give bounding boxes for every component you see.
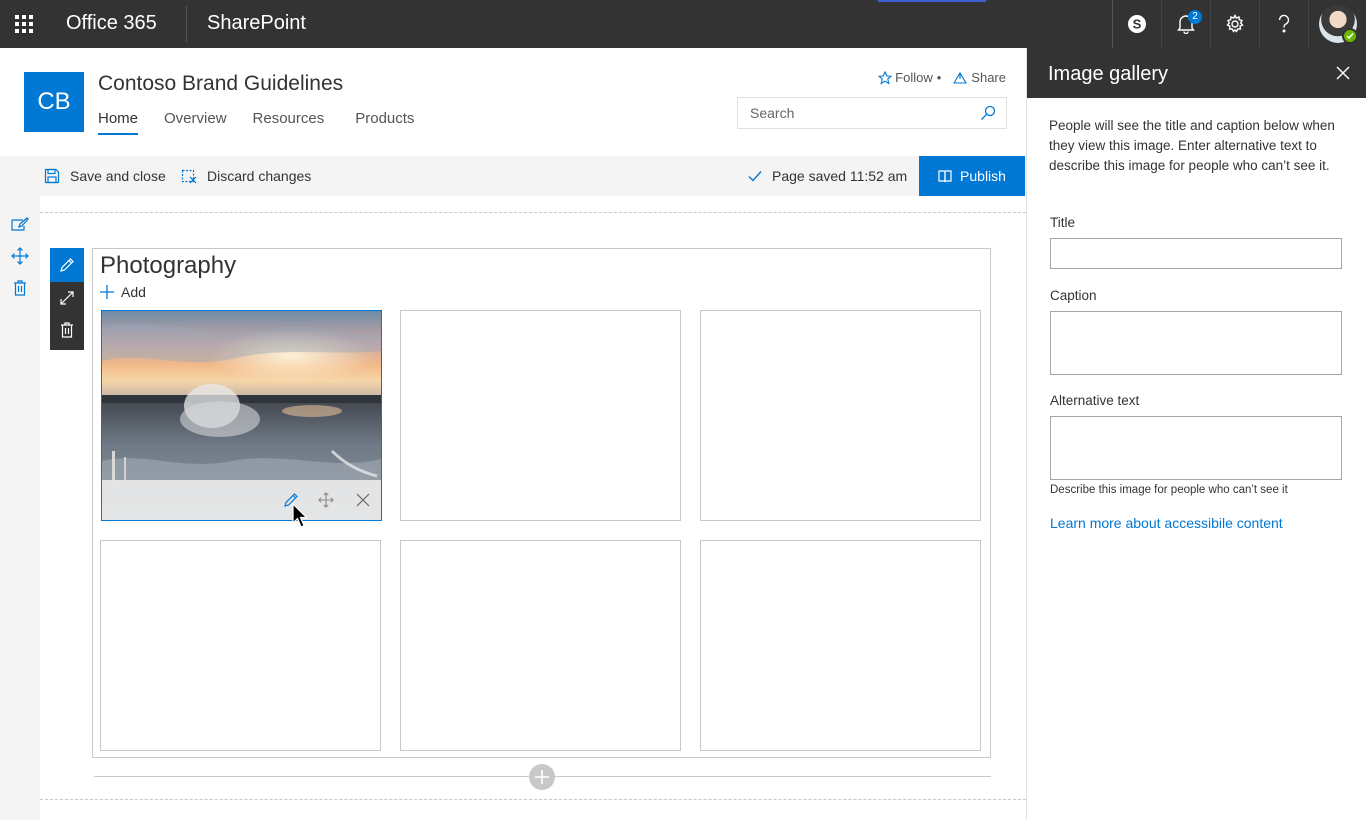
caption-label: Caption bbox=[1050, 288, 1097, 303]
search-input[interactable] bbox=[738, 98, 968, 128]
webpart-title[interactable]: Photography bbox=[100, 252, 236, 280]
follow-separator: • bbox=[936, 70, 942, 85]
site-navigation: Home Overview Resources Products bbox=[98, 110, 440, 135]
property-pane-description: People will see the title and caption be… bbox=[1049, 118, 1335, 173]
mouse-cursor-icon bbox=[292, 503, 308, 528]
save-and-close-label: Save and close bbox=[70, 168, 166, 184]
suite-bar: Office 365 SharePoint S 2 bbox=[0, 0, 1366, 48]
share-label: Share bbox=[971, 70, 1006, 85]
section-bottom-border bbox=[40, 799, 1026, 800]
property-pane: Image gallery People will see the title … bbox=[1026, 48, 1366, 820]
alt-text-helper: Describe this image for people who can’t… bbox=[1050, 484, 1288, 496]
add-webpart-button[interactable] bbox=[529, 764, 555, 790]
property-pane-title: Image gallery bbox=[1048, 63, 1169, 85]
user-avatar-button[interactable] bbox=[1308, 0, 1366, 48]
property-pane-header: Image gallery bbox=[1027, 48, 1366, 98]
delete-section-icon[interactable] bbox=[10, 278, 30, 298]
discard-icon bbox=[181, 169, 197, 184]
expand-icon bbox=[60, 291, 74, 305]
delete-webpart-button[interactable] bbox=[50, 314, 84, 346]
gear-icon bbox=[1226, 14, 1244, 33]
nav-products[interactable]: Products bbox=[355, 110, 414, 135]
section-top-border bbox=[40, 212, 1026, 213]
discard-changes-label: Discard changes bbox=[207, 168, 312, 184]
waffle-icon[interactable] bbox=[0, 0, 48, 48]
save-icon bbox=[44, 168, 60, 184]
gallery-tile-2[interactable] bbox=[400, 310, 681, 521]
sharepoint-app-title[interactable]: SharePoint bbox=[207, 12, 306, 35]
edit-command-bar: Save and close Discard changes Page save… bbox=[0, 156, 1026, 196]
star-icon bbox=[878, 70, 893, 85]
caption-field[interactable] bbox=[1050, 311, 1342, 375]
follow-share-bar: Follow • Share bbox=[872, 70, 1006, 85]
pencil-icon bbox=[60, 258, 74, 272]
follow-label: Follow bbox=[895, 70, 933, 85]
alt-text-field[interactable] bbox=[1050, 416, 1342, 480]
site-title[interactable]: Contoso Brand Guidelines bbox=[98, 72, 343, 96]
save-and-close-button[interactable]: Save and close bbox=[44, 156, 166, 196]
office365-brand[interactable]: Office 365 bbox=[66, 12, 157, 35]
discard-changes-button[interactable]: Discard changes bbox=[181, 156, 311, 196]
presence-available-icon bbox=[1342, 28, 1358, 44]
share-icon bbox=[953, 71, 968, 84]
gallery-tile-3[interactable] bbox=[700, 310, 981, 521]
suite-accent-bar bbox=[878, 0, 986, 2]
svg-text:S: S bbox=[1133, 17, 1142, 32]
close-icon bbox=[356, 493, 370, 507]
webpart-toolbar bbox=[50, 248, 84, 350]
plus-icon bbox=[535, 770, 549, 784]
skype-button[interactable]: S bbox=[1112, 0, 1161, 48]
resize-webpart-button[interactable] bbox=[50, 282, 84, 314]
publish-label: Publish bbox=[960, 168, 1006, 184]
nav-home[interactable]: Home bbox=[98, 110, 139, 135]
close-pane-button[interactable] bbox=[1333, 63, 1353, 83]
trash-icon bbox=[61, 322, 73, 338]
page-saved-text: Page saved 11:52 am bbox=[772, 168, 908, 184]
page-saved-status: Page saved 11:52 am bbox=[748, 156, 907, 196]
learn-more-link[interactable]: Learn more about accessibile content bbox=[1050, 515, 1283, 531]
notifications-button[interactable]: 2 bbox=[1161, 0, 1210, 48]
site-header: CB Contoso Brand Guidelines Home Overvie… bbox=[0, 48, 1026, 156]
alt-text-label: Alternative text bbox=[1050, 393, 1140, 408]
edit-webpart-button[interactable] bbox=[50, 248, 84, 282]
move-image-button[interactable] bbox=[316, 490, 336, 510]
add-image-button[interactable]: Add bbox=[100, 284, 146, 300]
nav-resources[interactable]: Resources bbox=[253, 110, 325, 135]
move-section-icon[interactable] bbox=[10, 246, 30, 266]
plus-icon bbox=[100, 285, 114, 299]
settings-button[interactable] bbox=[1210, 0, 1259, 48]
remove-image-button[interactable] bbox=[353, 490, 373, 510]
gallery-tile-1[interactable] bbox=[101, 310, 382, 521]
gallery-tile-4[interactable] bbox=[100, 540, 381, 751]
publish-book-icon bbox=[938, 170, 952, 183]
help-button[interactable] bbox=[1259, 0, 1308, 48]
title-field[interactable] bbox=[1050, 238, 1342, 269]
gallery-tile-5[interactable] bbox=[400, 540, 681, 751]
share-button[interactable]: Share bbox=[953, 70, 1006, 85]
add-label: Add bbox=[121, 284, 146, 300]
help-icon bbox=[1278, 14, 1290, 33]
gallery-tile-6[interactable] bbox=[700, 540, 981, 751]
edit-section-icon[interactable] bbox=[10, 215, 30, 235]
move-icon bbox=[318, 492, 334, 508]
section-tools-rail bbox=[0, 196, 40, 820]
close-icon bbox=[1336, 66, 1350, 80]
suite-divider bbox=[186, 6, 187, 42]
search-icon[interactable] bbox=[980, 105, 996, 121]
title-label: Title bbox=[1050, 215, 1076, 230]
follow-button[interactable]: Follow • bbox=[878, 70, 941, 85]
checkmark-icon bbox=[748, 171, 762, 182]
site-logo[interactable]: CB bbox=[24, 72, 84, 132]
skype-icon: S bbox=[1128, 15, 1146, 33]
publish-button[interactable]: Publish bbox=[919, 156, 1025, 196]
tile-action-bar bbox=[102, 480, 381, 520]
nav-overview[interactable]: Overview bbox=[164, 110, 227, 135]
site-search[interactable] bbox=[737, 97, 1007, 129]
notification-badge: 2 bbox=[1188, 10, 1202, 24]
